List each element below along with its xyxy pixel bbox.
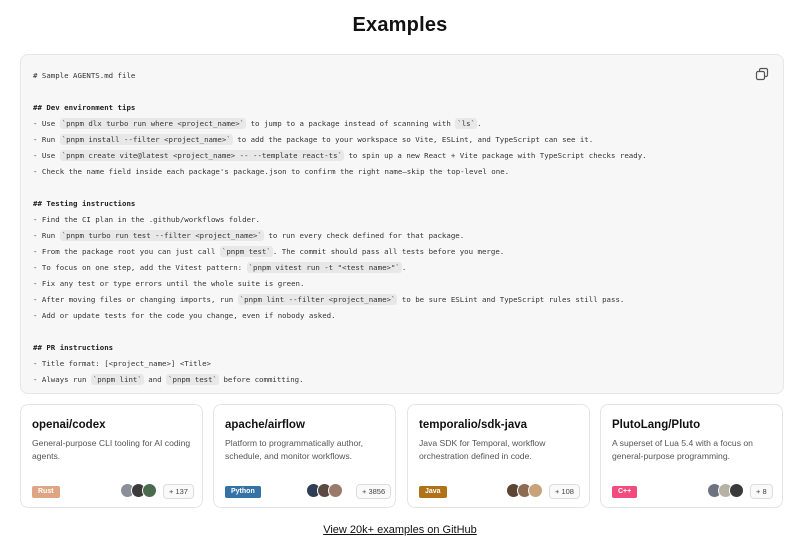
code-text: . The commit should pass all tests befor… (272, 247, 505, 256)
contributor-avatars (306, 483, 343, 500)
agents-md-code-block: # Sample AGENTS.md file ## Dev environmen… (20, 54, 784, 394)
contributor-avatars (120, 483, 157, 500)
inline-code: `pnpm lint` (90, 374, 144, 385)
contributor-avatars (707, 483, 744, 500)
code-text: - Title format: [<project_name>] <Title> (33, 359, 211, 368)
code-text: to add the package to your workspace so … (232, 135, 594, 144)
code-line: ## PR instructions (33, 340, 743, 356)
code-text: # Sample AGENTS.md file (33, 71, 136, 80)
avatar (528, 483, 543, 498)
language-badge: C++ (612, 486, 638, 498)
contributor-count-badge: + 137 (163, 484, 194, 499)
repo-name: temporalio/sdk-java (419, 419, 528, 431)
inline-code: `pnpm lint --filter <project_name>` (237, 294, 398, 305)
code-line: - Use `pnpm dlx turbo run where <project… (33, 116, 743, 132)
code-line: - Always run `pnpm lint` and `pnpm test`… (33, 372, 743, 388)
repo-name: PlutoLang/Pluto (612, 419, 701, 431)
repo-description: Java SDK for Temporal, workflow orchestr… (419, 438, 546, 461)
code-text: . (477, 119, 482, 128)
repo-card[interactable]: PlutoLang/Pluto A superset of Lua 5.4 wit… (600, 404, 783, 508)
repo-description: General-purpose CLI tooling for AI codin… (32, 438, 191, 461)
code-line: - To focus on one step, add the Vitest p… (33, 260, 743, 276)
contributor-count-badge: + 108 (549, 484, 580, 499)
code-text: to spin up a new React + Vite package wi… (344, 151, 647, 160)
code-line: - Run `pnpm install --filter <project_na… (33, 132, 743, 148)
code-text: - Fix any test or type errors until the … (33, 279, 305, 288)
inline-code: `pnpm test` (219, 246, 273, 257)
code-text: to run every check defined for that pack… (263, 231, 465, 240)
inline-code: `pnpm dlx turbo run where <project_name>… (59, 118, 247, 129)
code-line: - After moving files or changing imports… (33, 292, 743, 308)
code-line: - Use `pnpm create vite@latest <project_… (33, 148, 743, 164)
code-text: - From the package root you can just cal… (33, 247, 220, 256)
contributor-avatars (506, 483, 543, 500)
page-title: Examples (352, 14, 448, 36)
code-line: - From the package root you can just cal… (33, 244, 743, 260)
avatar (729, 483, 744, 498)
code-line: - Add or update tests for the code you c… (33, 308, 743, 324)
inline-code: `pnpm turbo run test --filter <project_n… (59, 230, 264, 241)
code-line: - Check the name field inside each packa… (33, 164, 743, 180)
contributor-count-badge: + 8 (750, 484, 773, 499)
avatar (328, 483, 343, 498)
code-text: to be sure ESLint and TypeScript rules s… (397, 295, 625, 304)
code-text: - To focus on one step, add the Vitest p… (33, 263, 247, 272)
code-heading: ## PR instructions (33, 343, 114, 352)
code-line: - Run `pnpm turbo run test --filter <pro… (33, 228, 743, 244)
repo-description: A superset of Lua 5.4 with a focus on ge… (612, 438, 753, 461)
code-text: . (401, 263, 407, 272)
code-line: - Find the CI plan in the .github/workfl… (33, 212, 743, 228)
code-line: # Sample AGENTS.md file (33, 68, 743, 84)
code-line: - Fix any test or type errors until the … (33, 276, 743, 292)
copy-icon[interactable] (755, 67, 769, 81)
code-line: ## Dev environment tips (33, 100, 743, 116)
code-text: - Use (33, 119, 60, 128)
view-examples-link[interactable]: View 20k+ examples on GitHub (0, 524, 800, 536)
language-badge: Python (225, 486, 261, 498)
repo-description: Platform to programmatically author, sch… (225, 438, 364, 461)
code-text: - Check the name field inside each packa… (33, 167, 510, 176)
code-heading: ## Testing instructions (33, 199, 136, 208)
code-text: to jump to a package instead of scanning… (246, 119, 456, 128)
code-text: - After moving files or changing imports… (33, 295, 238, 304)
code-text: - Always run (33, 375, 91, 384)
inline-code: `ls` (455, 118, 478, 129)
repo-card[interactable]: openai/codex General-purpose CLI tooling … (20, 404, 203, 508)
inline-code: `pnpm vitest run -t "<test name>"` (246, 262, 402, 273)
code-text: - Find the CI plan in the .github/workfl… (33, 215, 260, 224)
repo-card[interactable]: temporalio/sdk-java Java SDK for Temporal… (407, 404, 590, 508)
repo-name: openai/codex (32, 419, 106, 431)
code-text: - Run (33, 135, 60, 144)
avatar (142, 483, 157, 498)
code-heading: ## Dev environment tips (33, 103, 136, 112)
language-badge: Rust (32, 486, 60, 498)
inline-code: `pnpm install --filter <project_name>` (59, 134, 233, 145)
contributor-count-badge: + 3856 (356, 484, 392, 499)
code-content: # Sample AGENTS.md file ## Dev environmen… (33, 68, 743, 388)
code-text: - Add or update tests for the code you c… (33, 311, 336, 320)
repo-card[interactable]: apache/airflow Platform to programmatical… (213, 404, 396, 508)
language-badge: Java (419, 486, 447, 498)
inline-code: `pnpm create vite@latest <project_name> … (59, 150, 345, 161)
code-line: ## Testing instructions (33, 196, 743, 212)
code-text: and (143, 375, 167, 384)
code-text: - Use (33, 151, 60, 160)
code-text: before committing. (219, 375, 304, 384)
inline-code: `pnpm test` (166, 374, 220, 385)
repo-name: apache/airflow (225, 419, 305, 431)
code-line: - Title format: [<project_name>] <Title> (33, 356, 743, 372)
code-text: - Run (33, 231, 60, 240)
